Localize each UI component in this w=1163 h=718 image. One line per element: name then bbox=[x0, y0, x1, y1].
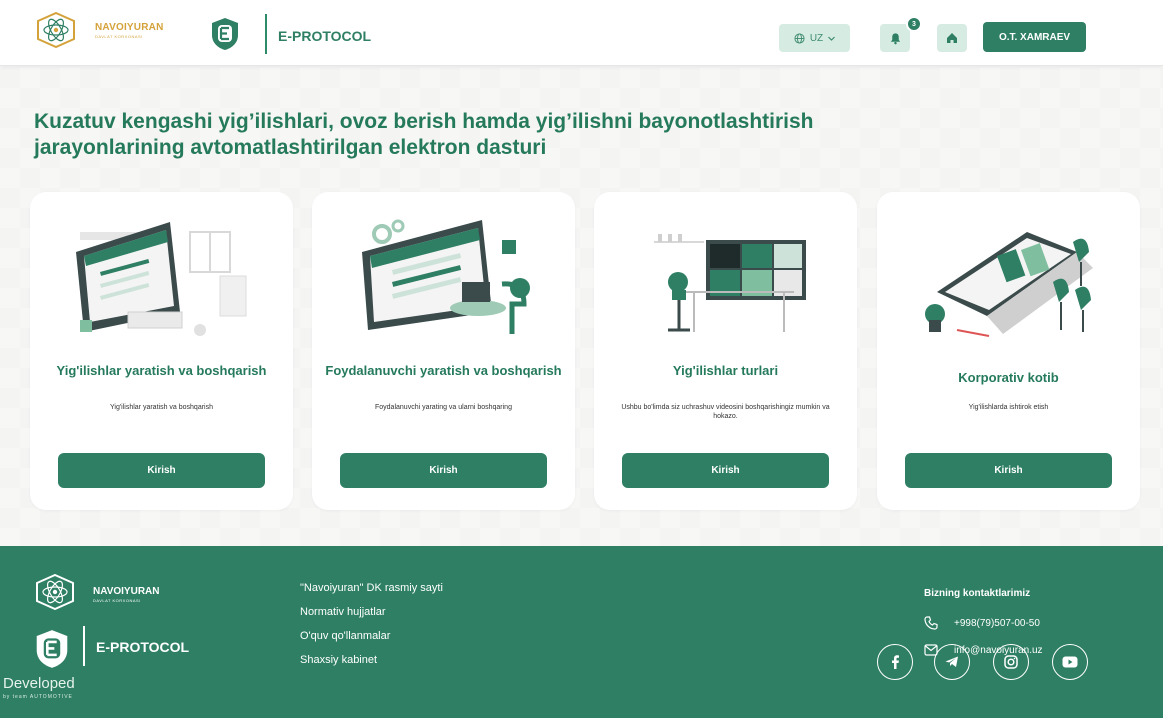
page-title-line-1: Kuzatuv kengashi yig’ilishlari, ovoz ber… bbox=[34, 110, 814, 133]
corporate-secretary-illustration-icon bbox=[925, 232, 1093, 337]
navoiyuran-logo-icon[interactable] bbox=[33, 574, 77, 610]
card-title: Foydalanuvchi yaratish va boshqarish bbox=[325, 363, 562, 378]
card-title: Korporativ kotib bbox=[958, 370, 1059, 385]
facebook-icon bbox=[892, 655, 899, 669]
home-button[interactable] bbox=[937, 24, 967, 52]
card-enter-button[interactable]: Kirish bbox=[905, 453, 1112, 488]
developed-by-label: by team AUTOMOTIVE bbox=[3, 694, 73, 700]
user-profile-button[interactable]: O.T. XAMRAEV bbox=[983, 22, 1086, 52]
youtube-icon bbox=[1062, 656, 1078, 668]
phone-icon bbox=[924, 616, 938, 630]
bell-icon bbox=[890, 32, 900, 44]
footer-link-personal-cabinet[interactable]: Shaxsiy kabinet bbox=[300, 648, 443, 672]
brand-sub: DAVLAT KORXONASI bbox=[95, 34, 143, 39]
brand-text: NAVOIYURAN DAVLAT KORXONASI bbox=[95, 22, 163, 39]
card-meetings-management: Yig'ilishlar yaratish va boshqarish Yig'… bbox=[30, 192, 293, 510]
footer-brand-sub: DAVLAT KORXONASI bbox=[93, 598, 141, 603]
contacts-title: Bizning kontaktlarimiz bbox=[924, 588, 1031, 599]
footer-link-manuals[interactable]: O'quv qo'llanmalar bbox=[300, 624, 443, 648]
chevron-down-icon bbox=[828, 36, 836, 41]
card-meeting-types: Yig'ilishlar turlari Ushbu bo'limda siz … bbox=[594, 192, 857, 510]
footer-app-title: E-PROTOCOL bbox=[96, 639, 190, 655]
contact-phone: +998(79)507-00-50 bbox=[954, 617, 1040, 629]
card-title: Yig'ilishlar yaratish va boshqarish bbox=[56, 363, 267, 378]
top-header: NAVOIYURAN DAVLAT KORXONASI E-PROTOCOL U… bbox=[0, 0, 1163, 66]
notification-badge: 3 bbox=[906, 16, 922, 32]
footer-brand-text: NAVOIYURAN DAVLAT KORXONASI bbox=[93, 586, 159, 603]
youtube-link[interactable] bbox=[1052, 644, 1088, 680]
footer-contacts: Bizning kontaktlarimiz +998(79)507-00-50… bbox=[924, 588, 1154, 656]
social-links bbox=[877, 644, 1097, 680]
card-description: Yig'ilishlar yaratish va boshqarish bbox=[109, 404, 213, 411]
app-title: E-PROTOCOL bbox=[278, 28, 372, 44]
home-icon bbox=[947, 33, 957, 43]
footer: NAVOIYURAN DAVLAT KORXONASI E-PROTOCOL D… bbox=[0, 546, 1163, 718]
card-description: Foydalanuvchi yarating va ularni boshqar… bbox=[375, 404, 512, 411]
card-corporate-secretary: Korporativ kotib Yig'ilishlarda ishtirok… bbox=[877, 192, 1140, 510]
card-enter-button[interactable]: Kirish bbox=[58, 453, 265, 488]
telegram-icon bbox=[945, 656, 958, 667]
navoiyuran-logo-icon[interactable] bbox=[34, 12, 78, 48]
footer-link-normative-docs[interactable]: Normativ hujjatlar bbox=[300, 600, 443, 624]
developed-label: Developed bbox=[3, 675, 75, 692]
page-title-line-2: jarayonlarining avtomatlashtirilgan elek… bbox=[34, 136, 547, 159]
telegram-link[interactable] bbox=[934, 644, 970, 680]
contact-phone-row[interactable]: +998(79)507-00-50 bbox=[924, 616, 1040, 630]
footer-brand-name: NAVOIYURAN bbox=[93, 586, 160, 597]
brand-name: NAVOIYURAN bbox=[95, 22, 164, 33]
globe-icon bbox=[794, 32, 805, 44]
footer-link-official-site[interactable]: "Navoiyuran" DK rasmiy sayti bbox=[300, 576, 443, 600]
language-selector[interactable]: UZ bbox=[779, 24, 850, 52]
card-description: Ushbu bo'limda siz uchrashuv videosini b… bbox=[621, 404, 830, 420]
footer-links: "Navoiyuran" DK rasmiy sayti Normativ hu… bbox=[300, 576, 443, 672]
users-illustration-icon bbox=[362, 219, 530, 334]
e-protocol-shield-icon bbox=[212, 18, 238, 50]
e-protocol-shield-icon bbox=[36, 630, 68, 668]
card-description: Yig'ilishlarda ishtirok etish bbox=[968, 404, 1049, 411]
facebook-link[interactable] bbox=[877, 644, 913, 680]
meetings-illustration-icon bbox=[76, 222, 247, 336]
footer-divider bbox=[83, 626, 85, 666]
card-title: Yig'ilishlar turlari bbox=[672, 363, 779, 378]
header-divider bbox=[265, 14, 267, 54]
language-label: UZ bbox=[809, 32, 824, 44]
instagram-link[interactable] bbox=[993, 644, 1029, 680]
meeting-types-illustration-icon bbox=[654, 234, 806, 332]
instagram-icon bbox=[1004, 655, 1018, 669]
card-enter-button[interactable]: Kirish bbox=[340, 453, 547, 488]
card-enter-button[interactable]: Kirish bbox=[622, 453, 829, 488]
notifications-button[interactable] bbox=[880, 24, 910, 52]
card-users-management: Foydalanuvchi yaratish va boshqarish Foy… bbox=[312, 192, 575, 510]
page-title: Kuzatuv kengashi yig’ilishlari, ovoz ber… bbox=[34, 109, 1034, 161]
